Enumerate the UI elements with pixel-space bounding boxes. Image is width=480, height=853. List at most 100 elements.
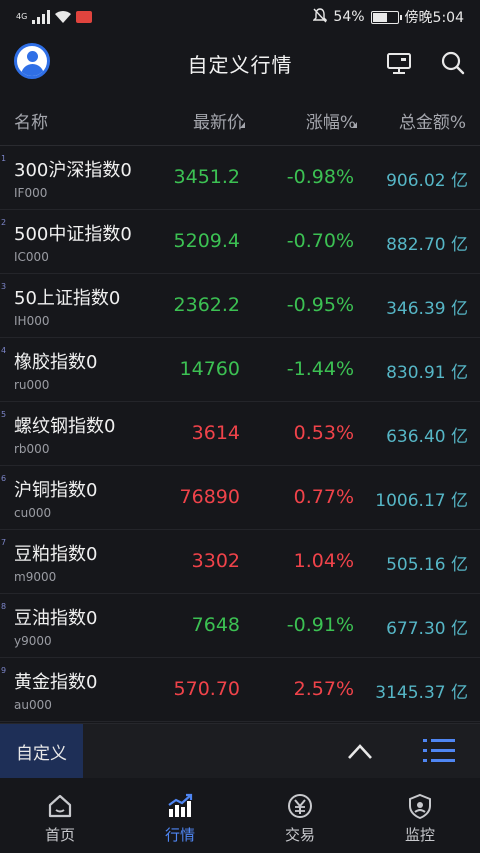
latest-price: 3302 [191, 550, 240, 572]
contract-name: 沪铜指数0 [14, 480, 98, 501]
contract-code: cu000 [14, 506, 52, 520]
quote-row[interactable]: 7 豆粕指数0 m9000 3302 1.04% 505.16 亿 [0, 530, 480, 594]
quote-row[interactable]: 3 50上证指数0 IH000 2362.2 -0.95% 346.39 亿 [0, 274, 480, 338]
quote-row[interactable]: 5 螺纹钢指数0 rb000 3614 0.53% 636.40 亿 [0, 402, 480, 466]
notification-app-icon [76, 11, 93, 23]
signal-icon [32, 10, 51, 24]
page-title: 自定义行情 [187, 52, 293, 77]
list-menu-icon[interactable] [422, 736, 456, 766]
change-percent: -0.98% [286, 166, 354, 188]
contract-code: y9000 [14, 634, 52, 648]
change-percent: -0.70% [286, 230, 354, 252]
change-percent: -0.91% [286, 614, 354, 636]
change-percent: -1.44% [286, 358, 354, 380]
avatar[interactable] [14, 43, 50, 79]
total-amount: 906.02 亿 [386, 171, 468, 191]
chevron-up-icon[interactable] [346, 740, 374, 762]
contract-code: IC000 [14, 250, 49, 264]
change-percent: -0.95% [286, 294, 354, 316]
quote-row[interactable]: 2 500中证指数0 IC000 5209.4 -0.70% 882.70 亿 [0, 210, 480, 274]
contract-name: 500中证指数0 [14, 224, 132, 245]
quote-row[interactable]: 6 沪铜指数0 cu000 76890 0.77% 1006.17 亿 [0, 466, 480, 530]
monitor-shield-icon [409, 793, 431, 820]
battery-percent: 54% [333, 9, 365, 25]
trade-yuan-icon [288, 794, 312, 818]
contract-name: 橡胶指数0 [14, 352, 98, 373]
bottom-tab-bar: 首页 行情 交易 监控 [0, 778, 480, 853]
quote-row[interactable]: 4 橡胶指数0 ru000 14760 -1.44% 830.91 亿 [0, 338, 480, 402]
row-index: 4 [1, 346, 7, 355]
home-icon [48, 794, 72, 818]
clock: 傍晚5:04 [404, 10, 464, 26]
tab-home[interactable]: 首页 [0, 778, 120, 853]
mute-bell-icon [312, 7, 329, 27]
total-amount: 830.91 亿 [386, 363, 468, 383]
latest-price: 2362.2 [173, 294, 240, 316]
latest-price: 3614 [191, 422, 240, 444]
tab-market[interactable]: 行情 [120, 778, 240, 853]
row-index: 9 [1, 666, 7, 675]
row-index: 6 [1, 474, 7, 483]
tab-trade[interactable]: 交易 [240, 778, 360, 853]
wifi-icon [54, 10, 72, 24]
total-amount: 3145.37 亿 [375, 683, 468, 703]
group-tab-custom[interactable]: 自定义 [0, 724, 83, 779]
quote-row[interactable]: 8 豆油指数0 y9000 7648 -0.91% 677.30 亿 [0, 594, 480, 658]
latest-price: 14760 [179, 358, 240, 380]
latest-price: 3451.2 [173, 166, 240, 188]
total-amount: 1006.17 亿 [375, 491, 468, 511]
contract-name: 黄金指数0 [14, 672, 98, 693]
row-index: 7 [1, 538, 7, 547]
contract-code: au000 [14, 698, 52, 712]
row-index: 5 [1, 410, 7, 419]
total-amount: 677.30 亿 [386, 619, 468, 639]
tab-label: 首页 [44, 826, 75, 844]
total-amount: 505.16 亿 [386, 555, 468, 575]
tab-label: 交易 [284, 826, 315, 844]
sort-triangle-icon[interactable] [352, 122, 357, 128]
contract-code: rb000 [14, 442, 50, 456]
contract-code: ru000 [14, 378, 50, 392]
total-amount: 346.39 亿 [386, 299, 468, 319]
column-total-amount[interactable]: 总金额% [399, 108, 466, 133]
contract-name: 螺纹钢指数0 [14, 416, 116, 437]
total-amount: 882.70 亿 [386, 235, 468, 255]
column-name[interactable]: 名称 [14, 108, 48, 133]
quote-row[interactable]: 1 300沪深指数0 IF000 3451.2 -0.98% 906.02 亿 [0, 146, 480, 210]
market-chart-icon [168, 793, 193, 817]
status-bar: 4G 54% 傍晚5:04 [0, 0, 480, 34]
change-percent: 0.77% [293, 486, 354, 508]
quote-list: 1 300沪深指数0 IF000 3451.2 -0.98% 906.02 亿 … [0, 146, 480, 722]
contract-code: IF000 [14, 186, 48, 200]
app-header: 自定义行情 [0, 34, 480, 92]
latest-price: 5209.4 [173, 230, 240, 252]
network-type: 4G [16, 12, 28, 21]
contract-name: 豆粕指数0 [14, 544, 98, 565]
column-header: 名称 最新价 涨幅% 总金额% [0, 92, 480, 146]
contract-name: 豆油指数0 [14, 608, 98, 629]
change-percent: 1.04% [293, 550, 354, 572]
tab-monitor[interactable]: 监控 [360, 778, 480, 853]
latest-price: 7648 [191, 614, 240, 636]
battery-icon [370, 10, 402, 24]
status-right: 54% 傍晚5:04 [312, 7, 464, 27]
latest-price: 76890 [179, 486, 240, 508]
tab-label: 监控 [404, 826, 435, 844]
row-index: 1 [1, 154, 7, 163]
contract-code: m9000 [14, 570, 57, 584]
quote-row[interactable]: 9 黄金指数0 au000 570.70 2.57% 3145.37 亿 [0, 658, 480, 722]
status-left: 4G [16, 10, 93, 24]
row-index: 8 [1, 602, 7, 611]
latest-price: 570.70 [173, 678, 240, 700]
column-latest-price[interactable]: 最新价 [193, 108, 244, 133]
tab-label: 行情 [164, 826, 195, 844]
group-bar: 自定义 [0, 723, 480, 779]
total-amount: 636.40 亿 [386, 427, 468, 447]
contract-code: IH000 [14, 314, 50, 328]
monitor-icon[interactable] [386, 50, 412, 76]
change-percent: 2.57% [293, 678, 354, 700]
change-percent: 0.53% [293, 422, 354, 444]
sort-triangle-icon[interactable] [240, 122, 245, 128]
column-change-percent[interactable]: 涨幅% [306, 108, 356, 133]
search-icon[interactable] [440, 50, 466, 76]
